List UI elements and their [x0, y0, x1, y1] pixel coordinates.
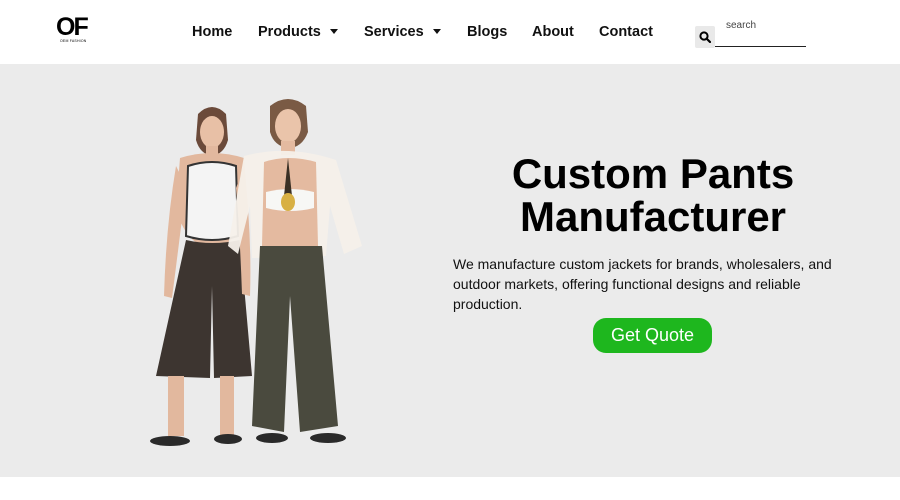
- nav-home-label: Home: [192, 24, 233, 40]
- models-photo: [150, 99, 362, 446]
- hero-section: Custom Pants Manufacturer We manufacture…: [0, 64, 900, 477]
- nav-blogs-label: Blogs: [467, 24, 508, 40]
- hero-title: Custom Pants Manufacturer: [470, 152, 836, 238]
- logo-tagline: OEM FASHION: [60, 39, 87, 43]
- hero-title-line1: Custom Pants: [511, 150, 795, 197]
- hero-title-line2: Manufacturer: [519, 193, 787, 240]
- brand-logo[interactable]: OF OEM FASHION: [56, 14, 92, 44]
- nav-about-label: About: [532, 24, 574, 40]
- nav-blogs[interactable]: Blogs: [467, 22, 507, 42]
- chevron-down-icon: [432, 29, 441, 34]
- nav-home[interactable]: Home: [192, 22, 232, 42]
- nav-services[interactable]: Services: [364, 22, 441, 42]
- nav-products-label: Products: [258, 24, 321, 40]
- nav-products[interactable]: Products: [258, 22, 338, 42]
- search-icon: [699, 31, 711, 43]
- nav-about[interactable]: About: [532, 22, 574, 42]
- chevron-down-icon: [329, 29, 338, 34]
- nav-services-label: Services: [364, 24, 424, 40]
- site-header: OF OEM FASHION Home Products Services Bl…: [0, 0, 900, 64]
- search-input[interactable]: [715, 14, 806, 47]
- footer-strip: [0, 477, 900, 500]
- search-button[interactable]: [695, 26, 715, 48]
- hero-description: We manufacture custom jackets for brands…: [453, 256, 832, 312]
- nav-contact-label: Contact: [599, 24, 653, 40]
- logo-mark: OF: [56, 13, 89, 41]
- get-quote-button[interactable]: Get Quote: [593, 318, 712, 353]
- nav-contact[interactable]: Contact: [599, 22, 653, 42]
- left-model: [150, 107, 252, 446]
